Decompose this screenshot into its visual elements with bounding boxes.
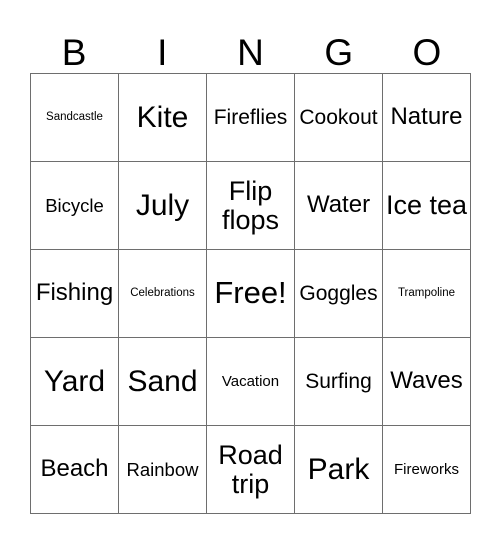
bingo-cell-label: Vacation bbox=[221, 372, 280, 390]
bingo-cell-label: Road trip bbox=[218, 440, 283, 499]
bingo-cell[interactable]: Water bbox=[295, 162, 383, 250]
bingo-cell[interactable]: Kite bbox=[119, 74, 207, 162]
bingo-cell-label: Fishing bbox=[35, 279, 114, 307]
bingo-cell-label: Rainbow bbox=[126, 458, 199, 480]
bingo-cell-label: Kite bbox=[136, 100, 189, 134]
bingo-cell[interactable]: Surfing bbox=[295, 338, 383, 426]
bingo-cell-label: Fireworks bbox=[393, 460, 459, 478]
bingo-cell[interactable]: Park bbox=[295, 426, 383, 514]
bingo-cell-free[interactable]: Free! bbox=[207, 250, 295, 338]
bingo-cell[interactable]: Trampoline bbox=[383, 250, 471, 338]
header-letter-n: N bbox=[237, 32, 264, 73]
bingo-cell[interactable]: Cookout bbox=[295, 74, 383, 162]
bingo-cell[interactable]: Beach bbox=[31, 426, 119, 514]
bingo-grid: Sandcastle Kite Fireflies Cookout Nature Bicy… bbox=[30, 73, 471, 514]
bingo-card: B I N G O Sandcastle Kite Fireflies Cookout… bbox=[0, 0, 500, 544]
bingo-cell[interactable]: Vacation bbox=[207, 338, 295, 426]
bingo-cell-label: Yard bbox=[43, 364, 106, 398]
bingo-cell[interactable]: Flip flops bbox=[207, 162, 295, 250]
bingo-cell-label: Waves bbox=[390, 367, 463, 395]
bingo-cell-label: Fireflies bbox=[213, 105, 288, 129]
bingo-cell-label: Park bbox=[307, 452, 370, 486]
bingo-cell-label: Sandcastle bbox=[46, 110, 103, 123]
bingo-cell-label: Water bbox=[306, 191, 371, 219]
bingo-cell-label: Celebrations bbox=[130, 286, 195, 299]
bingo-cell-label: July bbox=[135, 188, 190, 222]
bingo-cell-label: Surfing bbox=[305, 369, 372, 393]
header-letter-i: I bbox=[157, 32, 168, 73]
header-letter-b: B bbox=[61, 32, 87, 73]
bingo-cell-label: Free! bbox=[214, 275, 287, 311]
bingo-cell-label: Sand bbox=[127, 364, 198, 398]
bingo-cell[interactable]: Yard bbox=[31, 338, 119, 426]
bingo-cell-label: Flip flops bbox=[221, 176, 280, 235]
bingo-cell[interactable]: Ice tea bbox=[383, 162, 471, 250]
bingo-cell[interactable]: Waves bbox=[383, 338, 471, 426]
bingo-cell[interactable]: Bicycle bbox=[31, 162, 119, 250]
bingo-cell[interactable]: Sand bbox=[119, 338, 207, 426]
header-letter-g: G bbox=[324, 32, 354, 73]
bingo-cell-label: Cookout bbox=[299, 105, 378, 129]
bingo-cell[interactable]: Celebrations bbox=[119, 250, 207, 338]
bingo-cell-label: Bicycle bbox=[45, 194, 104, 216]
bingo-cell[interactable]: Fireworks bbox=[383, 426, 471, 514]
bingo-cell[interactable]: Fireflies bbox=[207, 74, 295, 162]
bingo-cell[interactable]: Sandcastle bbox=[31, 74, 119, 162]
bingo-cell[interactable]: Rainbow bbox=[119, 426, 207, 514]
header-letter-o: O bbox=[412, 32, 442, 73]
bingo-cell[interactable]: Fishing bbox=[31, 250, 119, 338]
bingo-cell[interactable]: Road trip bbox=[207, 426, 295, 514]
bingo-cell-label: Beach bbox=[40, 455, 109, 483]
bingo-cell-label: Ice tea bbox=[385, 190, 468, 221]
bingo-cell-label: Nature bbox=[390, 103, 463, 131]
bingo-cell[interactable]: July bbox=[119, 162, 207, 250]
bingo-cell-label: Goggles bbox=[299, 281, 378, 305]
bingo-cell-label: Trampoline bbox=[397, 286, 456, 299]
bingo-header: B I N G O bbox=[30, 14, 471, 73]
bingo-cell[interactable]: Nature bbox=[383, 74, 471, 162]
bingo-cell[interactable]: Goggles bbox=[295, 250, 383, 338]
